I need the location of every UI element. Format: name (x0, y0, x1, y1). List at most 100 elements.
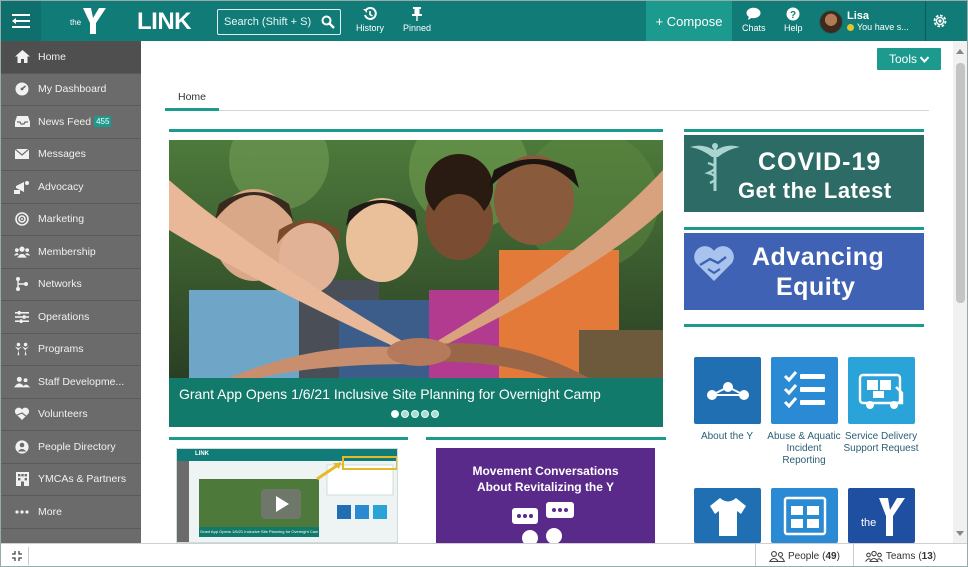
home-icon (14, 50, 30, 64)
heart-hands-icon (14, 407, 30, 421)
sidebar-item-advocacy[interactable]: Advocacy (1, 171, 141, 204)
scroll-up-arrow-icon[interactable] (956, 49, 964, 54)
tools-label: Tools (888, 52, 917, 66)
movement-conversations-card[interactable]: Movement Conversations About Revitalizin… (436, 448, 655, 543)
section-divider (426, 437, 666, 440)
advocacy-icon (14, 180, 29, 194)
covid-banner[interactable]: COVID-19 Get the Latest (684, 135, 924, 212)
user-menu[interactable]: Lisa You have s... (819, 9, 909, 35)
people-count: 49 (825, 550, 837, 562)
hero-caption-text[interactable]: Grant App Opens 1/6/21 Inclusive Site Pl… (179, 386, 601, 402)
sidebar-item-label: Staff Developme... (38, 375, 125, 388)
sidebar-item-networks[interactable]: Networks (1, 269, 141, 301)
sidebar-item-label: People Directory (38, 440, 116, 453)
apparel-tile[interactable] (694, 488, 761, 543)
more-icon (15, 510, 29, 514)
sidebar-item-programs[interactable]: Programs (1, 334, 141, 366)
sidebar-item-more[interactable]: More (1, 496, 141, 529)
app-window: the LINK History (0, 0, 968, 567)
search-icon[interactable] (321, 15, 335, 29)
search-input[interactable] (224, 16, 320, 28)
section-divider (684, 129, 924, 132)
target-icon (15, 212, 29, 227)
pinned-button[interactable]: Pinned (403, 7, 431, 39)
y-logo-icon: the (861, 498, 905, 536)
ymca-logo[interactable]: the (69, 6, 109, 36)
movement-title-line2: About Revitalizing the Y (476, 480, 615, 494)
tshirt-icon (709, 498, 746, 536)
teams-panel-button[interactable]: Teams (13) (853, 544, 947, 566)
sidebar-item-label: News Feed (38, 115, 92, 128)
service-delivery-label[interactable]: Service Delivery Support Request (841, 431, 921, 455)
about-the-y-label[interactable]: About the Y (687, 431, 767, 443)
sidebar-item-label: Messages (38, 148, 86, 161)
equity-title: Advancing (752, 243, 885, 271)
sidebar-item-home[interactable]: Home (1, 41, 141, 74)
ymca-brand-tile[interactable]: the (848, 488, 915, 543)
history-label: History (356, 23, 385, 33)
incident-reporting-label[interactable]: Abuse & Aquatic Incident Reporting (764, 431, 844, 467)
sidebar-item-label: YMCAs & Partners (38, 473, 127, 486)
chats-button[interactable]: Chats (742, 7, 766, 39)
tab-home[interactable]: Home (165, 89, 219, 111)
collapse-panel-button[interactable] (5, 547, 29, 565)
about-the-y-tile[interactable] (694, 357, 761, 424)
sidebar-item-membership[interactable]: Membership (1, 236, 141, 269)
children-icon (14, 343, 30, 356)
teams-label: Teams (885, 550, 916, 562)
caduceus-icon (690, 143, 740, 191)
teams-icon (864, 550, 883, 562)
chat-bubble-icon (746, 7, 761, 20)
carousel-dot[interactable] (391, 410, 399, 418)
grid-tile[interactable] (771, 488, 838, 543)
sidebar-item-ymcas-partners[interactable]: YMCAs & Partners (1, 464, 141, 496)
main-scrollbar[interactable] (953, 41, 967, 543)
sidebar-item-label: More (38, 505, 62, 518)
link-logo-text: LINK (137, 8, 192, 35)
menu-toggle-button[interactable] (1, 1, 41, 41)
sliders-icon (15, 310, 29, 323)
history-button[interactable]: History (356, 7, 384, 39)
carousel-dot[interactable] (411, 410, 419, 418)
sidebar-item-people-directory[interactable]: People Directory (1, 431, 141, 464)
grid-icon (783, 496, 826, 536)
gear-icon (933, 14, 946, 28)
sidebar-item-volunteers[interactable]: Volunteers (1, 399, 141, 431)
incident-reporting-tile[interactable] (771, 357, 838, 424)
sidebar-item-messages[interactable]: Messages (1, 139, 141, 171)
covid-title: COVID-19 (758, 148, 882, 176)
tools-dropdown-button[interactable]: Tools (877, 48, 941, 70)
sidebar-item-label: Networks (38, 278, 82, 291)
carousel-dot[interactable] (421, 410, 429, 418)
staff-icon (14, 376, 30, 388)
sidebar: Home My Dashboard News Feed 455 Messages… (1, 41, 141, 543)
user-name: Lisa (847, 10, 870, 22)
help-button[interactable]: ? Help (784, 7, 803, 39)
sidebar-item-marketing[interactable]: Marketing (1, 204, 141, 236)
sidebar-item-news-feed[interactable]: News Feed 455 (1, 106, 141, 139)
settings-button[interactable] (925, 1, 953, 41)
chevron-down-icon (920, 55, 929, 63)
svg-text:the: the (861, 517, 876, 529)
pinned-label: Pinned (403, 23, 432, 33)
teams-count: 13 (921, 550, 933, 562)
hero-carousel[interactable]: Grant App Opens 1/6/21 Inclusive Site Pl… (169, 140, 663, 427)
search-box[interactable] (217, 9, 341, 35)
sidebar-item-staff-development[interactable]: Staff Developme... (1, 366, 141, 399)
people-panel-button[interactable]: People (49) (755, 544, 853, 566)
svg-text:?: ? (790, 10, 796, 21)
sidebar-item-dashboard[interactable]: My Dashboard (1, 74, 141, 106)
compose-button[interactable]: + Compose (646, 1, 732, 41)
carousel-dot[interactable] (431, 410, 439, 418)
collapse-arrows-icon (11, 551, 22, 561)
advancing-equity-banner[interactable]: Advancing Equity (684, 233, 924, 310)
scrollbar-thumb[interactable] (956, 63, 965, 303)
scroll-down-arrow-icon[interactable] (956, 531, 964, 536)
video-thumbnail-card[interactable]: LINK Grant App Opens 1/6/21 Inclusive Si… (176, 448, 398, 543)
hero-caption-bar[interactable]: Grant App Opens 1/6/21 Inclusive Site Pl… (169, 378, 663, 427)
sidebar-item-operations[interactable]: Operations (1, 301, 141, 334)
section-divider (684, 324, 924, 327)
section-divider (169, 437, 408, 440)
service-delivery-tile[interactable] (848, 357, 915, 424)
carousel-dot[interactable] (401, 410, 409, 418)
